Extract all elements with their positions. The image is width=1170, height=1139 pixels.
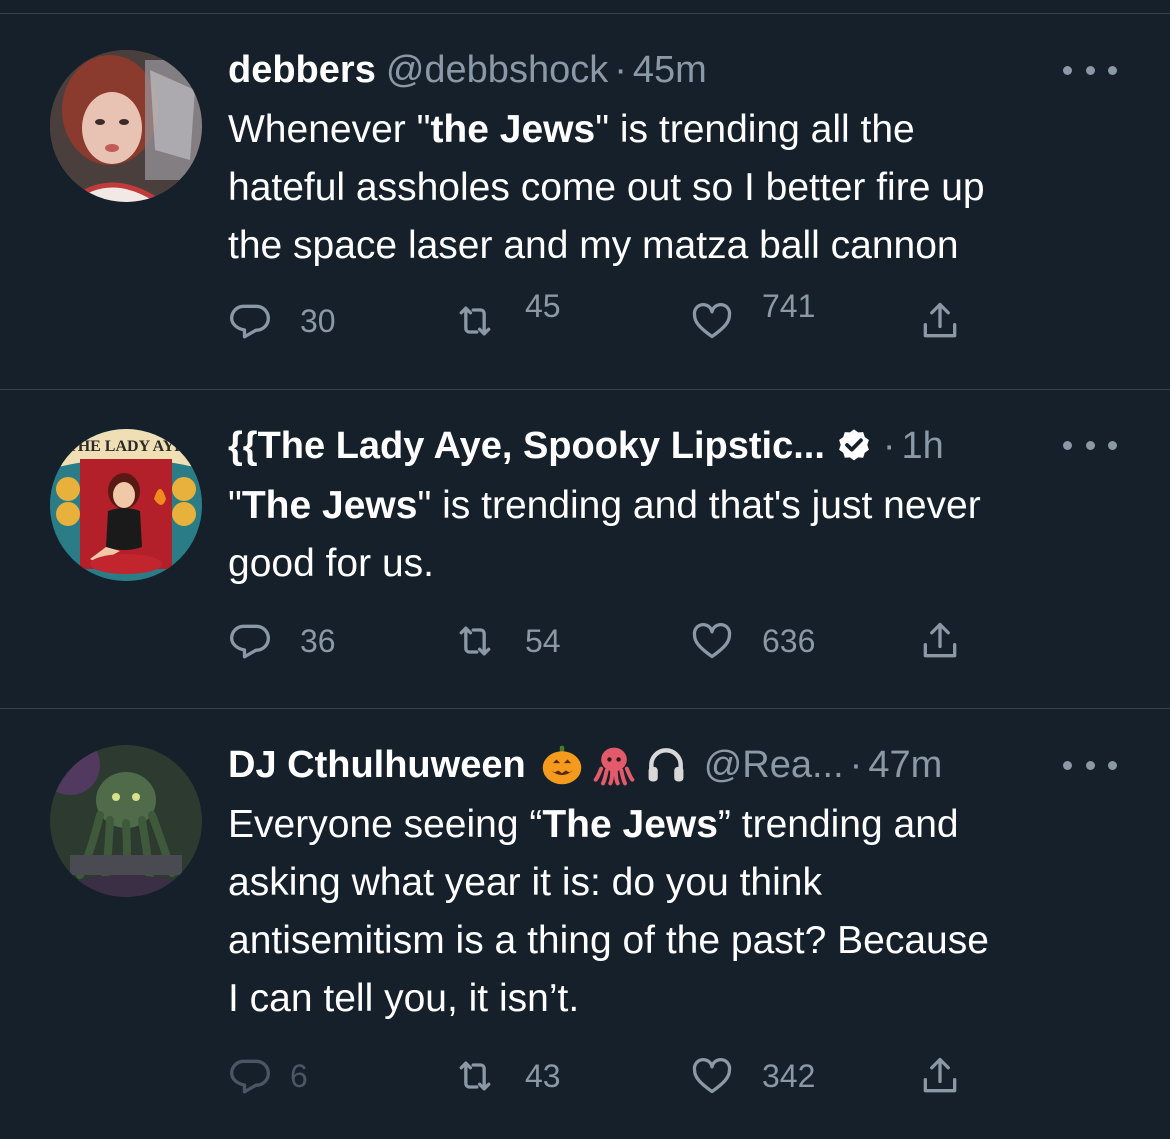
reply-button[interactable]: 30: [228, 296, 336, 346]
timestamp[interactable]: 1h: [902, 423, 944, 469]
octopus-emoji: [593, 747, 635, 786]
avatar[interactable]: [50, 50, 202, 202]
reply-count: 6: [290, 1057, 308, 1094]
text-before: Everyone seeing “: [228, 803, 543, 846]
tweet-header: debbers @debbshock · 45m: [228, 47, 707, 93]
timestamp[interactable]: 47m: [868, 742, 942, 788]
share-button[interactable]: [918, 296, 962, 346]
heart-icon: [692, 622, 732, 659]
avatar[interactable]: THE LADY AYE: [50, 429, 202, 581]
avatar-poster-the-lady-aye: THE LADY AYE: [50, 429, 202, 581]
text-bold: The Jews: [241, 484, 418, 527]
text-before: Whenever ": [228, 108, 431, 151]
like-button[interactable]: 342: [690, 1051, 815, 1101]
retweet-icon: [459, 1061, 491, 1091]
tweet-1[interactable]: debbers @debbshock · 45m Whenever "the J…: [0, 0, 1170, 389]
avatar-poster-title: THE LADY AYE: [67, 438, 185, 455]
display-name[interactable]: {{The Lady Aye, Spooky Lipstic...: [228, 423, 825, 469]
retweet-button[interactable]: 43: [453, 1051, 561, 1101]
retweet-icon: [459, 626, 491, 656]
avatar-photo-woman-red-hair: [50, 50, 202, 202]
tweet-text: Everyone seeing “The Jews” trending and …: [228, 796, 1138, 1028]
more-dot-icon: [1063, 440, 1072, 450]
share-button[interactable]: [918, 1051, 962, 1101]
like-button[interactable]: 636: [690, 616, 815, 666]
text-bold: the Jews: [430, 108, 596, 151]
reply-count: 36: [300, 622, 336, 659]
tweet-3[interactable]: DJ Cthulhuween @Rea... · 47m Everyone se…: [0, 709, 1170, 1139]
more-options-button[interactable]: [1063, 755, 1117, 775]
tweet-actions: 36 54 636: [228, 616, 988, 666]
heart-icon: [692, 302, 732, 339]
separator-dot: ·: [614, 49, 627, 91]
retweet-button[interactable]: 45: [453, 288, 561, 346]
retweet-count: 54: [525, 622, 561, 659]
verified-badge-icon: [839, 429, 869, 461]
tweet-header: DJ Cthulhuween @Rea... · 47m: [228, 742, 942, 788]
avatar-cthulhu-art: [50, 745, 202, 897]
share-icon: [923, 1057, 957, 1093]
share-icon: [923, 622, 957, 658]
like-button[interactable]: 741: [690, 288, 815, 346]
reply-count: 30: [300, 302, 336, 339]
reply-button[interactable]: 36: [228, 616, 336, 666]
more-dot-icon: [1085, 440, 1095, 450]
more-dot-icon: [1063, 760, 1072, 770]
share-icon: [923, 302, 957, 338]
jack-o-lantern-emoji: [542, 745, 581, 785]
headphones-emoji: [648, 748, 684, 782]
retweet-icon: [459, 306, 491, 336]
separator-dot: ·: [882, 425, 896, 467]
more-options-button[interactable]: [1063, 60, 1117, 80]
retweet-count: 43: [525, 1057, 561, 1094]
tweet-actions: 6 43 342: [228, 1051, 988, 1101]
like-count: 342: [762, 1057, 816, 1094]
more-options-button[interactable]: [1063, 435, 1117, 455]
tweet-2[interactable]: THE LADY AYE {{The Lady Aye, Spooky Lips…: [0, 390, 1170, 708]
separator-dot: ·: [849, 744, 863, 786]
like-count: 636: [762, 622, 816, 659]
display-name[interactable]: DJ Cthulhuween: [228, 742, 526, 788]
avatar[interactable]: [50, 745, 202, 897]
tweet-text: Whenever "the Jews" is trending all the …: [228, 101, 1138, 275]
more-dot-icon: [1085, 65, 1095, 75]
reply-icon: [230, 624, 270, 659]
more-dot-icon: [1085, 760, 1095, 770]
text-bold: The Jews: [542, 803, 718, 846]
tweet-text: "The Jews" is trending and that's just n…: [228, 477, 1138, 593]
retweet-count: 45: [525, 287, 561, 324]
reply-button[interactable]: 6: [228, 1051, 308, 1101]
more-dot-icon: [1063, 65, 1072, 75]
tweet-header: {{The Lady Aye, Spooky Lipstic... · 1h: [228, 423, 944, 469]
display-name[interactable]: debbers: [228, 47, 376, 93]
timestamp[interactable]: 45m: [633, 47, 707, 93]
retweet-button[interactable]: 54: [453, 616, 561, 666]
share-button[interactable]: [918, 616, 962, 666]
more-dot-icon: [1108, 65, 1117, 75]
more-dot-icon: [1108, 760, 1117, 770]
reply-icon: [230, 304, 270, 339]
text-before: ": [228, 484, 242, 527]
heart-icon: [692, 1057, 732, 1094]
like-count: 741: [762, 287, 816, 324]
handle[interactable]: @debbshock: [386, 47, 608, 93]
reply-icon: [230, 1059, 270, 1094]
more-dot-icon: [1108, 440, 1117, 450]
tweet-actions: 30 45 741: [228, 288, 988, 346]
handle[interactable]: @Rea...: [704, 742, 844, 788]
